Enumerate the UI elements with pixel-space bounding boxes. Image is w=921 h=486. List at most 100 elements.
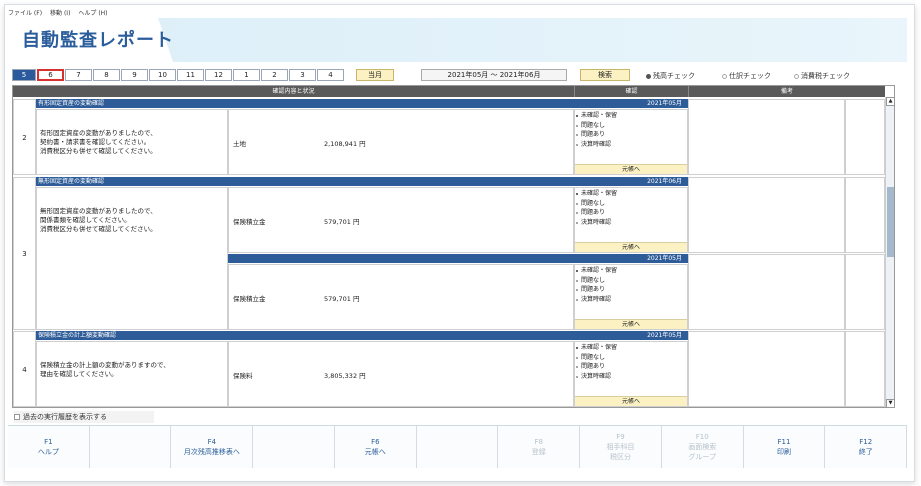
fkey-label: 終了 (858, 448, 873, 456)
month-cell-12[interactable]: 12 (205, 69, 232, 81)
to-ledger-button[interactable]: 元帳へ (575, 319, 687, 329)
fkey-code: F11 (777, 438, 791, 446)
month-cell-8[interactable]: 8 (93, 69, 120, 81)
month-cell-4[interactable]: 4 (317, 69, 344, 81)
section-title-bar: 保険積立金の計上額変動確認 2021年05月 (36, 331, 688, 340)
month-cell-1[interactable]: 1 (233, 69, 260, 81)
account-amount: 3,805,332 円 (324, 372, 366, 380)
fkey-f1[interactable]: F1 ヘルプ (8, 426, 90, 468)
note-cell[interactable] (688, 177, 845, 253)
note-cell[interactable] (688, 331, 845, 407)
to-ledger-button[interactable]: 元帳へ (575, 242, 687, 252)
status-option[interactable]: 問題あり (575, 285, 687, 295)
month-cell-3[interactable]: 3 (289, 69, 316, 81)
status-options: 未確認・保留 問題なし 問題あり 決算時確認 (575, 189, 687, 227)
month-cell-7[interactable]: 7 (65, 69, 92, 81)
journal-check-radio[interactable]: 仕訳チェック (722, 71, 771, 81)
tax-check-radio[interactable]: 消費税チェック (794, 71, 850, 81)
row-number: 3 (13, 177, 36, 330)
section-title: 無形固定資産の変動確認 (38, 178, 105, 185)
fkey-f11[interactable]: F11 印刷 (744, 426, 826, 468)
page-title: 自動監査レポート (22, 30, 174, 51)
status-option[interactable]: 問題あり (575, 130, 687, 140)
note-cell[interactable] (688, 254, 845, 330)
month-cell-6[interactable]: 6 (37, 69, 64, 81)
month-cell-11[interactable]: 11 (177, 69, 204, 81)
period-field[interactable]: 2021年05月 ～ 2021年06月 (421, 69, 567, 81)
fkey-code: F12 (859, 438, 873, 446)
description-line: 有形固定資産の変動がありましたので、 (40, 129, 157, 137)
fkey-label: 画面検索 グループ (688, 443, 717, 461)
fkey-code: F10 (695, 433, 709, 441)
menu-help[interactable]: ヘルプ (H) (78, 8, 107, 17)
status-option[interactable]: 問題なし (575, 353, 687, 363)
fkey-empty-1 (90, 426, 172, 468)
status-option[interactable]: 決算時確認 (575, 372, 687, 382)
status-option[interactable]: 問題あり (575, 362, 687, 372)
description-line: 保険積立金の計上額の変動がありますので、 (40, 361, 170, 369)
account-cell: 保険積立金 579,701 円 (228, 264, 574, 330)
header-note: 備考 (688, 86, 885, 97)
section-title: 保険積立金の計上額変動確認 (38, 332, 117, 339)
fkey-f6[interactable]: F6 元帳へ (335, 426, 417, 468)
fkey-f4[interactable]: F4 月次残高推移表へ (171, 426, 254, 468)
fkey-f8: F8 登録 (498, 426, 581, 468)
row-description: 有形固定資産の変動がありましたので、 契約書・請求書を確認してください。 消費税区分… (36, 109, 228, 175)
fkey-empty-5 (417, 426, 499, 468)
to-ledger-button[interactable]: 元帳へ (575, 396, 687, 406)
note-cell-2[interactable] (845, 99, 885, 175)
section-month: 2021年05月 (647, 332, 682, 339)
row-description: 保険積立金の計上額の変動がありますので、 理由を確認してください。 (36, 341, 228, 407)
search-button[interactable]: 検索 (580, 69, 630, 81)
fkey-empty-3 (253, 426, 335, 468)
menu-move[interactable]: 移動 (I) (50, 8, 70, 17)
fkey-label: 登録 (531, 448, 546, 456)
note-cell-2[interactable] (845, 331, 885, 407)
status-option[interactable]: 決算時確認 (575, 295, 687, 305)
balance-check-radio[interactable]: 残高チェック (646, 71, 695, 81)
month-cell-9[interactable]: 9 (121, 69, 148, 81)
account-name: 保険積立金 (233, 218, 266, 226)
vertical-scrollbar[interactable]: ▲ ▼ (885, 97, 894, 407)
current-month-button[interactable]: 当月 (356, 69, 394, 81)
status-option[interactable]: 未確認・保留 (575, 189, 687, 199)
menu-bar: ファイル (F) 移動 (I) ヘルプ (H) (8, 8, 108, 17)
status-option[interactable]: 未確認・保留 (575, 343, 687, 353)
status-option[interactable]: 問題なし (575, 121, 687, 131)
description-line: 理由を確認してください。 (40, 370, 118, 378)
account-cell: 保険料 3,805,332 円 (228, 341, 574, 407)
month-cell-10[interactable]: 10 (149, 69, 176, 81)
scroll-down-icon[interactable]: ▼ (886, 399, 894, 407)
scroll-thumb[interactable] (887, 187, 894, 257)
radio-on-icon (646, 73, 651, 79)
fkey-code: F8 (534, 438, 544, 446)
audit-grid: 確認内容と状況 確認 備考 ▲ ▼ 有形固定資産の変動確認 2021年05月 2 有形… (12, 85, 895, 408)
status-option[interactable]: 問題あり (575, 208, 687, 218)
note-cell-2[interactable] (845, 254, 885, 330)
status-option[interactable]: 未確認・保留 (575, 266, 687, 276)
month-cell-2[interactable]: 2 (261, 69, 288, 81)
history-toggle[interactable]: 過去の実行履歴を表示する (14, 411, 154, 423)
account-amount: 579,701 円 (324, 218, 360, 226)
to-ledger-button[interactable]: 元帳へ (575, 164, 687, 174)
status-option[interactable]: 決算時確認 (575, 140, 687, 150)
description-line: 無形固定資産の変動がありましたので、 (40, 207, 157, 215)
fkey-f12[interactable]: F12 終了 (825, 426, 908, 468)
title-banner: 自動監査レポート (8, 18, 907, 62)
status-option[interactable]: 問題なし (575, 199, 687, 209)
status-option[interactable]: 問題なし (575, 276, 687, 286)
fkey-code: F9 (616, 433, 625, 441)
status-option[interactable]: 決算時確認 (575, 218, 687, 228)
scroll-up-icon[interactable]: ▲ (886, 97, 894, 106)
note-cell-2[interactable] (845, 177, 885, 253)
menu-file[interactable]: ファイル (F) (8, 8, 42, 17)
radio-off-icon (794, 73, 799, 79)
month-cell-5[interactable]: 5 (12, 69, 36, 81)
fkey-f9: F9 相手科目 税区分 (580, 426, 662, 468)
account-name: 土地 (233, 140, 246, 148)
fkey-label: 元帳へ (364, 448, 386, 456)
note-cell[interactable] (688, 99, 845, 175)
section-month: 2021年05月 (647, 255, 682, 262)
status-option[interactable]: 未確認・保留 (575, 111, 687, 121)
fkey-f10: F10 画面検索 グループ (662, 426, 744, 468)
